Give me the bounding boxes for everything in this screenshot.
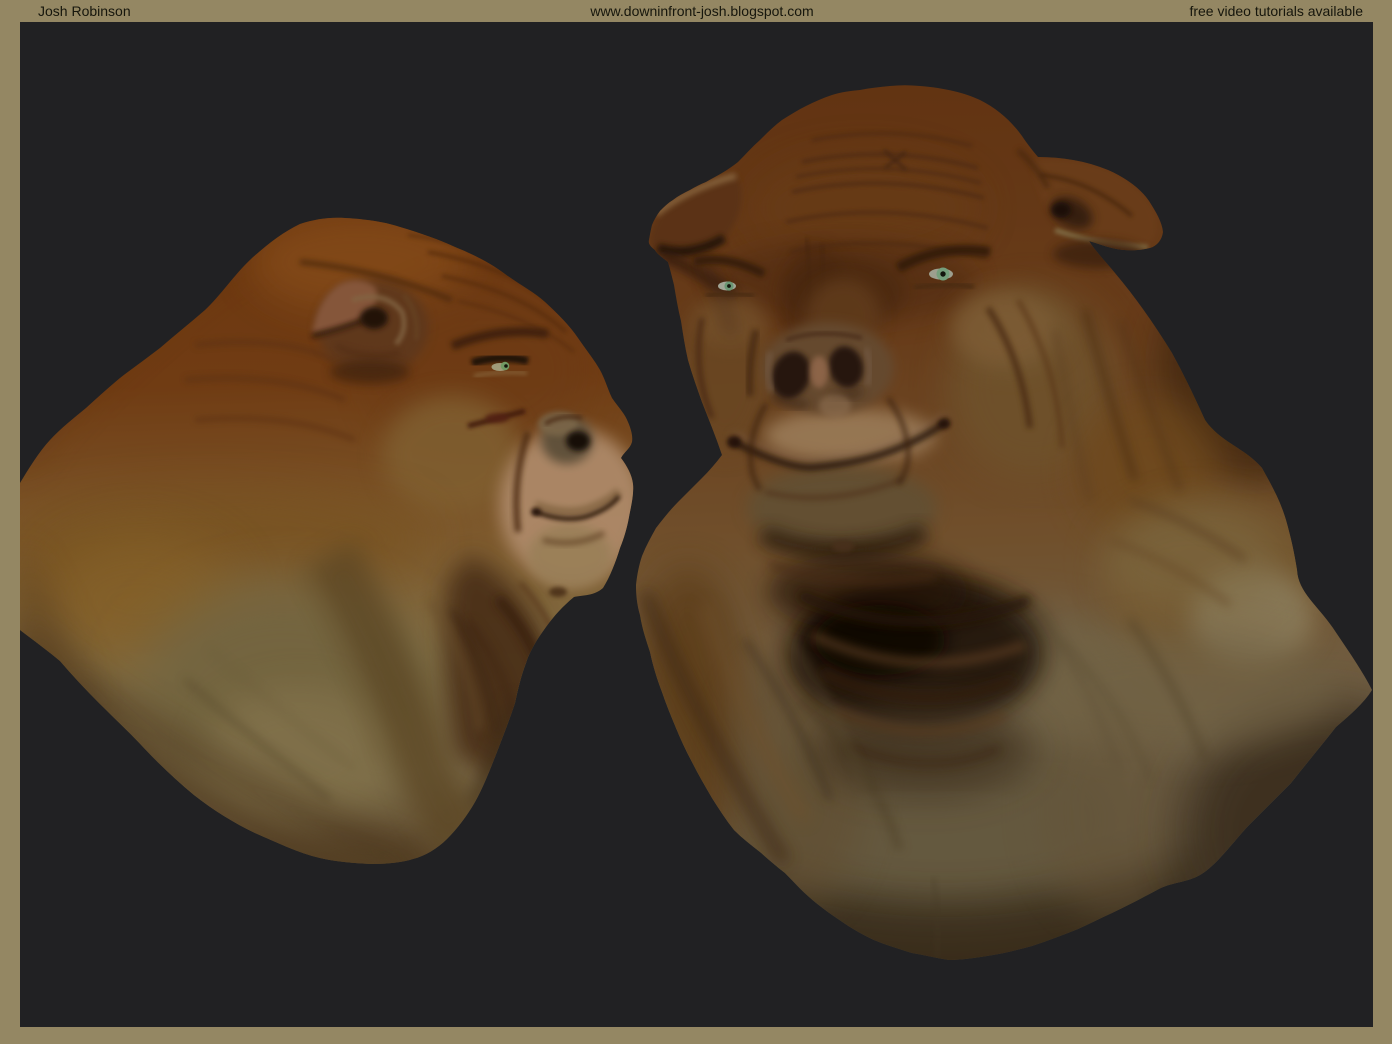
svg-text:Josh Robinson: Josh Robinson — [38, 3, 131, 19]
svg-text:www.downinfront-josh.blogspot.: www.downinfront-josh.blogspot.com — [589, 3, 813, 19]
svg-text:free video tutorials available: free video tutorials available — [1189, 3, 1363, 19]
